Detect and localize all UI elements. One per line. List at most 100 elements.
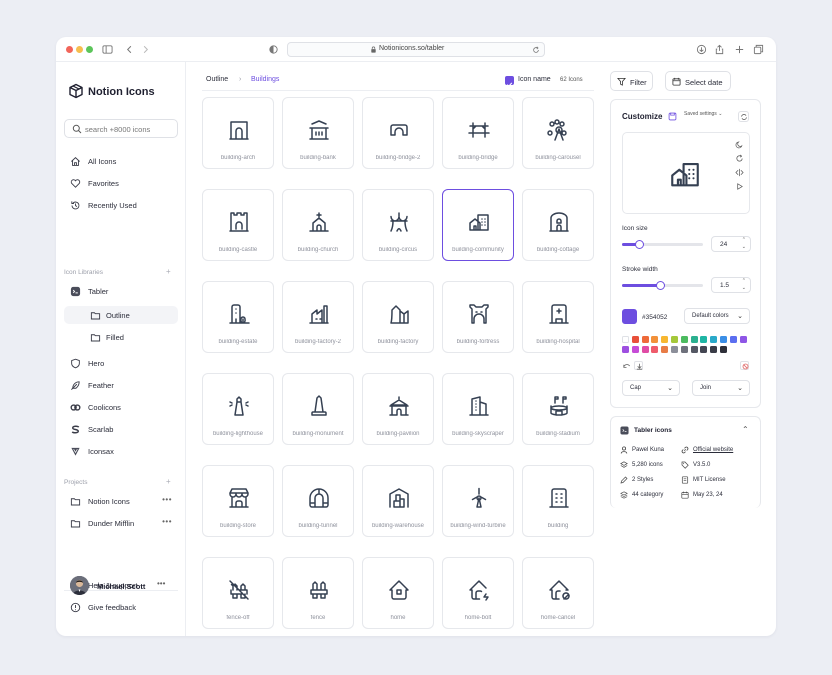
moon-icon[interactable] xyxy=(735,140,744,149)
icon-card-fence-off[interactable]: fence-off xyxy=(202,557,274,629)
color-preset-dropdown[interactable]: Default colors ⌄ xyxy=(684,308,750,324)
share-icon[interactable] xyxy=(714,44,725,55)
tab-overview-icon[interactable] xyxy=(753,44,764,55)
privacy-shield-icon[interactable] xyxy=(268,44,279,55)
icon-card-building-monument[interactable]: building-monument xyxy=(282,373,354,445)
filter-button[interactable]: Filter xyxy=(610,71,653,91)
icon-name-checkbox[interactable] xyxy=(505,76,514,87)
color-swatch-option[interactable] xyxy=(690,336,698,343)
breadcrumb-outline[interactable]: Outline xyxy=(206,76,228,83)
search-box[interactable] xyxy=(64,119,178,138)
reload-icon[interactable] xyxy=(532,46,540,54)
saved-settings-dropdown[interactable]: Saved settings ⌄ xyxy=(684,111,722,117)
user-menu-button[interactable]: ••• xyxy=(157,579,165,588)
icon-card-building-store[interactable]: building-store xyxy=(202,465,274,537)
sidebar-item-iconsax[interactable]: Iconsax xyxy=(64,442,178,460)
icon-card-building-church[interactable]: building-church xyxy=(282,189,354,261)
color-swatch-option[interactable] xyxy=(710,336,718,343)
search-input[interactable] xyxy=(85,123,175,135)
icon-card-building-arch[interactable]: building-arch xyxy=(202,97,274,169)
icon-card-building-hospital[interactable]: building-hospital xyxy=(522,281,594,353)
sync-icon[interactable] xyxy=(738,111,749,122)
save-settings-icon[interactable] xyxy=(668,112,677,121)
icon-card-building-pavilion[interactable]: building-pavilion xyxy=(362,373,434,445)
color-swatch-option[interactable] xyxy=(622,336,629,343)
sidebar-item-recently-used[interactable]: Recently Used xyxy=(64,196,178,214)
stepper-arrows-icon[interactable]: ⌃ ⌄ xyxy=(742,237,746,251)
icon-card-building-wind-turbine[interactable]: building-wind-turbine xyxy=(442,465,514,537)
color-swatch-option[interactable] xyxy=(680,336,688,343)
stepper-arrows-icon[interactable]: ⌃ ⌄ xyxy=(742,278,746,292)
color-swatch-option[interactable] xyxy=(700,336,708,343)
icon-card-building-fortress[interactable]: building-fortress xyxy=(442,281,514,353)
sidebar-item-coolicons[interactable]: Coolicons xyxy=(64,398,178,416)
color-swatch-option[interactable] xyxy=(651,336,659,343)
breadcrumb-buildings[interactable]: Buildings xyxy=(251,76,279,83)
back-icon[interactable] xyxy=(124,44,135,55)
icon-card-building-skyscraper[interactable]: building-skyscraper xyxy=(442,373,514,445)
close-window-button[interactable] xyxy=(66,46,73,53)
color-swatch-option[interactable] xyxy=(641,336,649,343)
new-tab-icon[interactable] xyxy=(734,44,745,55)
select-date-button[interactable]: Select date xyxy=(665,71,731,91)
more-options-button[interactable]: ••• xyxy=(162,495,172,504)
address-bar[interactable]: Notionicons.so/tabler xyxy=(287,42,545,57)
icon-card-building-cottage[interactable]: building-cottage xyxy=(522,189,594,261)
undo-icon[interactable] xyxy=(622,362,630,370)
download-color-icon[interactable] xyxy=(634,361,643,370)
maximize-window-button[interactable] xyxy=(86,46,93,53)
color-swatch-option[interactable] xyxy=(739,336,747,343)
icon-card-building-bridge[interactable]: building-bridge xyxy=(442,97,514,169)
icon-card-building-warehouse[interactable]: building-warehouse xyxy=(362,465,434,537)
stroke-width-slider-handle[interactable] xyxy=(656,281,666,290)
color-swatch-option[interactable] xyxy=(720,346,727,353)
color-swatch-option[interactable] xyxy=(671,346,678,353)
color-swatch-option[interactable] xyxy=(700,346,708,353)
stroke-join-dropdown[interactable]: Join ⌄ xyxy=(692,380,750,396)
color-swatch-option[interactable] xyxy=(710,346,718,353)
icon-card-building-bridge-2[interactable]: building-bridge-2 xyxy=(362,97,434,169)
reset-color-icon[interactable] xyxy=(740,361,749,370)
color-swatch-option[interactable] xyxy=(622,346,629,353)
color-swatch-option[interactable] xyxy=(671,336,678,343)
icon-card-building-factory-2[interactable]: building-factory-2 xyxy=(282,281,354,353)
icon-card-building-stadium[interactable]: building-stadium xyxy=(522,373,594,445)
color-swatch[interactable] xyxy=(622,309,637,324)
color-swatch-option[interactable] xyxy=(661,346,669,353)
rotate-icon[interactable] xyxy=(735,154,744,163)
icon-card-building[interactable]: building xyxy=(522,465,594,537)
color-swatch-option[interactable] xyxy=(680,346,688,353)
icon-size-stepper[interactable]: 24 ⌃ ⌄ xyxy=(711,236,751,252)
add-library-button[interactable]: + xyxy=(166,267,171,276)
icon-card-building-circus[interactable]: building-circus xyxy=(362,189,434,261)
sidebar-item-filled[interactable]: Filled xyxy=(64,328,178,346)
icon-card-home-cancel[interactable]: home-cancel xyxy=(522,557,594,629)
color-swatch-option[interactable] xyxy=(661,336,669,343)
icon-card-building-bank[interactable]: building-bank xyxy=(282,97,354,169)
color-swatch-option[interactable] xyxy=(720,336,727,343)
color-swatch-option[interactable] xyxy=(641,346,649,353)
color-swatch-option[interactable] xyxy=(729,336,737,343)
icon-card-building-community[interactable]: building-community xyxy=(442,189,514,261)
give-feedback-link[interactable]: Give feedback xyxy=(64,598,178,616)
color-swatch-option[interactable] xyxy=(651,346,659,353)
icon-card-building-carousel[interactable]: building-carousel xyxy=(522,97,594,169)
icon-card-fence[interactable]: fence xyxy=(282,557,354,629)
color-swatch-option[interactable] xyxy=(631,346,639,353)
stroke-width-slider[interactable] xyxy=(622,281,703,290)
minimize-window-button[interactable] xyxy=(76,46,83,53)
icon-card-building-castle[interactable]: building-castle xyxy=(202,189,274,261)
play-icon[interactable] xyxy=(735,182,744,191)
project-item-dunder-mifflin[interactable]: Dunder Mifflin ••• xyxy=(64,514,178,532)
color-hex-value[interactable]: #354052 xyxy=(642,314,667,321)
sidebar-item-scarlab[interactable]: Scarlab xyxy=(64,420,178,438)
sidebar-item-favorites[interactable]: Favorites xyxy=(64,174,178,192)
icon-card-building-tunnel[interactable]: building-tunnel xyxy=(282,465,354,537)
sidebar-item-tabler[interactable]: Tabler xyxy=(64,282,178,300)
project-item-notion-icons[interactable]: Notion Icons ••• xyxy=(64,492,178,510)
sidebar-item-feather[interactable]: Feather xyxy=(64,376,178,394)
download-icon[interactable] xyxy=(696,44,707,55)
icon-size-slider[interactable] xyxy=(622,240,703,249)
icon-card-home[interactable]: home xyxy=(362,557,434,629)
sidebar-item-hero[interactable]: Hero xyxy=(64,354,178,372)
